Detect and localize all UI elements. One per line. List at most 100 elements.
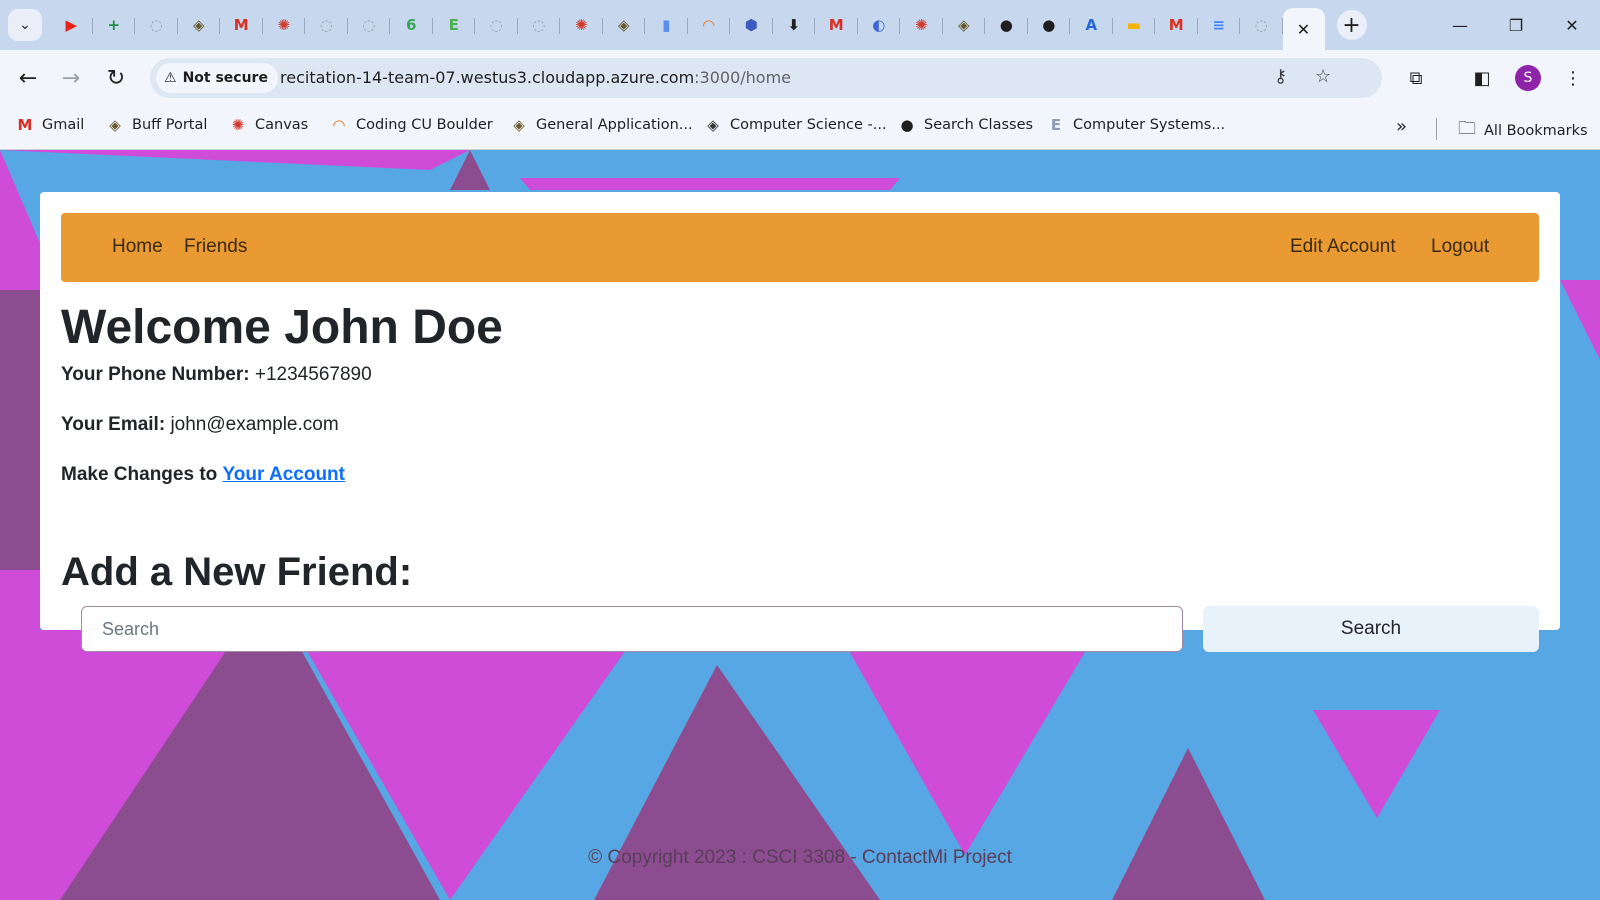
browser-tab[interactable]: ◈	[603, 8, 646, 42]
browser-tab[interactable]: +	[93, 8, 136, 42]
browser-tab[interactable]: ✺	[900, 8, 943, 42]
browser-tab[interactable]: ◠	[688, 8, 731, 42]
email-info: Your Email: john@example.com	[61, 414, 339, 436]
bookmark-label: Computer Science -...	[730, 117, 887, 133]
password-key-icon[interactable]: ⚷	[1274, 66, 1287, 87]
page-footer: © Copyright 2023 : CSCI 3308 - ContactMi…	[588, 847, 1012, 868]
bookmark-item[interactable]: M Gmail	[16, 116, 85, 134]
browser-tab[interactable]: ▬	[1113, 8, 1156, 42]
browser-tab[interactable]: ●	[1028, 8, 1071, 42]
bg-triangle	[0, 150, 470, 170]
bookmark-item[interactable]: E Computer Systems...	[1047, 116, 1225, 134]
reload-button[interactable]: ↻	[100, 62, 132, 94]
restore-button[interactable]: ❐	[1488, 0, 1544, 50]
browser-tab[interactable]: M	[1155, 8, 1198, 42]
url-host: recitation-14-team-07.westus3.cloudapp.a…	[280, 68, 695, 87]
browser-tab[interactable]: ●	[985, 8, 1028, 42]
browser-tab[interactable]: M	[220, 8, 263, 42]
email-value: john@example.com	[170, 414, 339, 435]
browser-tab[interactable]: ◌	[518, 8, 561, 42]
side-panel-icon[interactable]: ◧	[1468, 64, 1496, 92]
browser-tab[interactable]: M	[815, 8, 858, 42]
globe-icon: ●	[900, 116, 914, 134]
edstem-icon: E	[1050, 116, 1062, 134]
menu-icon[interactable]: ⋮	[1559, 64, 1587, 92]
bookmark-item[interactable]: ◈ Buff Portal	[106, 116, 207, 134]
profile-avatar[interactable]: S	[1515, 65, 1541, 91]
bg-triangle	[1112, 748, 1265, 900]
browser-tab[interactable]: ◌	[475, 8, 518, 42]
browser-tab[interactable]: A	[1070, 8, 1113, 42]
browser-tab[interactable]: E	[433, 8, 476, 42]
page-title: Welcome John Doe	[61, 301, 503, 354]
browser-tab[interactable]: ◌	[348, 8, 391, 42]
globe-icon: ◌	[149, 16, 163, 34]
close-tab-icon[interactable]: ✕	[1297, 20, 1310, 39]
cu-buffalo-icon: ◈	[109, 116, 121, 134]
nav-link-home[interactable]: Home	[112, 236, 163, 258]
browser-tab[interactable]: ≡	[1198, 8, 1241, 42]
extensions-icon[interactable]: ⧉	[1402, 64, 1430, 92]
chevron-down-icon: ⌄	[19, 17, 31, 33]
tab-list: ▶ + ◌ ◈ M ✺ ◌ ◌ 6 E ◌ ◌ ✺ ◈ ▮ ◠ ⬢ ⬇ M ◐ ✺ ◈ ● ● A ▬ M ≡ ◌ ✕ +	[50, 8, 1367, 50]
email-label: Your Email:	[61, 414, 166, 435]
browser-tab[interactable]: ✺	[560, 8, 603, 42]
globe-icon: ◌	[319, 16, 333, 34]
friend-search-input[interactable]	[81, 606, 1183, 652]
all-bookmarks-label: All Bookmarks	[1484, 123, 1588, 139]
browser-tab[interactable]: ◌	[1240, 8, 1283, 42]
new-tab-button[interactable]: +	[1336, 10, 1367, 40]
google-slides-icon: ▬	[1126, 16, 1141, 34]
minimize-button[interactable]: —	[1432, 0, 1488, 50]
browser-tab[interactable]: ◈	[943, 8, 986, 42]
back-button[interactable]: ←	[12, 62, 44, 94]
bookmark-item[interactable]: ◠ Coding CU Boulder	[330, 116, 492, 134]
canvas-icon: ✺	[574, 16, 588, 34]
browser-tab[interactable]: ◈	[178, 8, 221, 42]
warning-icon: ⚠	[164, 70, 177, 86]
canvas-icon: ✺	[277, 16, 291, 34]
browser-tab[interactable]: ⬇	[773, 8, 816, 42]
security-chip[interactable]: ⚠ Not secure	[156, 63, 278, 93]
bookmark-item[interactable]: ◈ Computer Science -...	[704, 116, 887, 134]
cu-buffalo-icon: ◈	[513, 116, 525, 134]
minimize-icon: —	[1452, 15, 1468, 35]
friend-search-button[interactable]: Search	[1203, 606, 1539, 652]
bookmark-item[interactable]: ◈ General Application...	[510, 116, 692, 134]
bookmarks-divider	[1436, 118, 1437, 140]
add-friend-heading: Add a New Friend:	[61, 550, 413, 594]
browser-tab[interactable]: ✺	[263, 8, 306, 42]
address-bar[interactable]: ⚠ Not secure recitation-14-team-07.westu…	[150, 58, 1382, 98]
github-icon: ●	[1042, 16, 1056, 34]
more-bookmarks-icon[interactable]: »	[1396, 116, 1407, 137]
browser-tab[interactable]: 6	[390, 8, 433, 42]
browser-tab[interactable]: ◌	[305, 8, 348, 42]
close-window-button[interactable]: ✕	[1544, 0, 1600, 50]
bookmark-label: Computer Systems...	[1073, 117, 1226, 133]
bookmark-star-icon[interactable]: ☆	[1315, 66, 1331, 87]
browser-tab[interactable]: ▶	[50, 8, 93, 42]
browser-tab[interactable]: ◌	[135, 8, 178, 42]
reload-icon: ↻	[106, 65, 126, 91]
bookmark-label: Canvas	[255, 117, 309, 133]
url-text[interactable]: recitation-14-team-07.westus3.cloudapp.a…	[280, 68, 791, 87]
bookmark-item[interactable]: ● Search Classes	[898, 116, 1033, 134]
nav-link-logout[interactable]: Logout	[1431, 236, 1489, 258]
bookmark-item[interactable]: ✺ Canvas	[229, 116, 309, 134]
changes-label: Make Changes to	[61, 464, 218, 485]
close-icon: ✕	[1565, 15, 1579, 35]
browser-tab[interactable]: ▮	[645, 8, 688, 42]
nav-link-friends[interactable]: Friends	[184, 236, 247, 258]
arrow-right-icon: →	[61, 65, 81, 91]
active-tab[interactable]: ✕	[1282, 8, 1325, 50]
tab-search-button[interactable]: ⌄	[8, 9, 42, 41]
cu-buffalo-icon: ◈	[957, 16, 970, 34]
all-bookmarks-button[interactable]: 🗀 All Bookmarks	[1458, 116, 1588, 146]
nav-link-edit-account[interactable]: Edit Account	[1290, 236, 1396, 258]
url-path: :3000/home	[694, 68, 792, 87]
forward-button[interactable]: →	[55, 62, 87, 94]
browser-tab[interactable]: ⬢	[730, 8, 773, 42]
globe-icon: ◌	[362, 16, 376, 34]
your-account-link[interactable]: Your Account	[223, 464, 345, 485]
browser-tab[interactable]: ◐	[858, 8, 901, 42]
